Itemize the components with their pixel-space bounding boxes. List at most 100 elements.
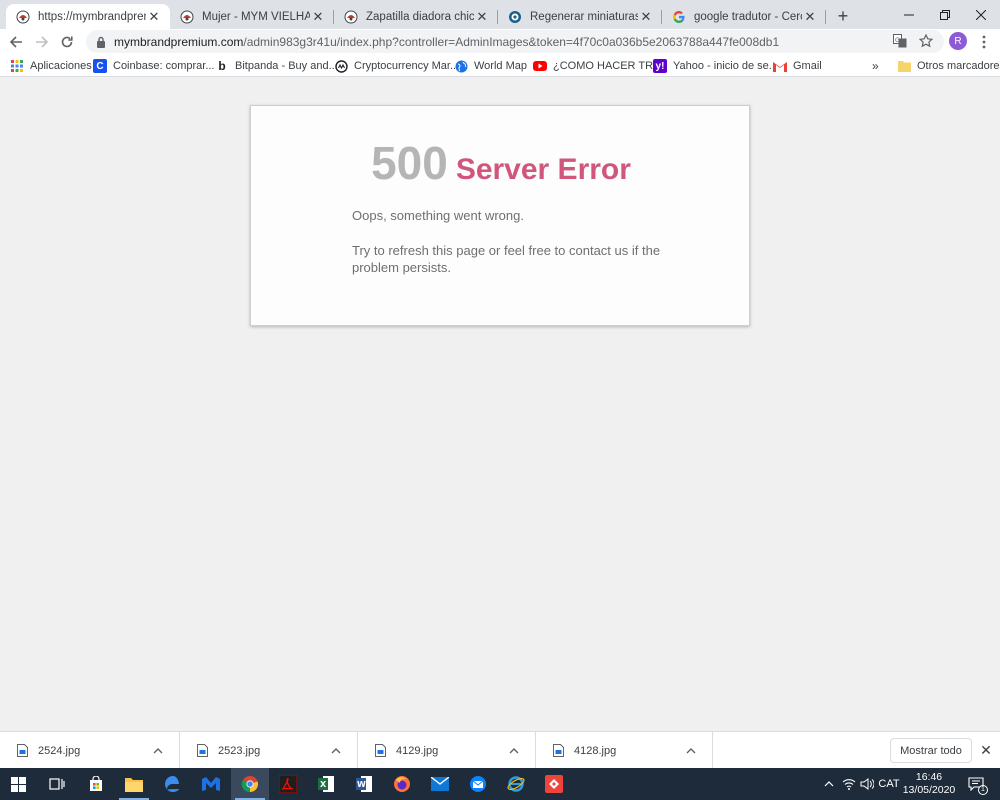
store-icon[interactable] bbox=[77, 768, 115, 800]
bookmark-apps[interactable]: Aplicaciones bbox=[10, 58, 92, 74]
bookmark-world-map[interactable]: World Map bbox=[454, 58, 527, 74]
reload-button[interactable] bbox=[56, 31, 78, 53]
bookmark-yahoo[interactable]: y! Yahoo - inicio de se... bbox=[653, 58, 778, 74]
bookmark-label: Yahoo - inicio de se... bbox=[673, 60, 778, 72]
translate-icon[interactable]: G bbox=[892, 33, 908, 49]
lock-icon[interactable] bbox=[94, 35, 108, 49]
image-file-icon bbox=[552, 744, 564, 758]
bookmark-label: Cryptocurrency Mar... bbox=[354, 60, 460, 72]
bookmarks-bar: Aplicaciones C Coinbase: comprar... b Bi… bbox=[0, 55, 1000, 77]
notification-count-badge: 1 bbox=[978, 785, 988, 795]
coinbase-icon: C bbox=[93, 59, 107, 73]
url-host: mymbrandpremium.com bbox=[114, 34, 244, 49]
gmail-icon bbox=[773, 59, 787, 73]
bookmark-youtube[interactable]: ¿COMO HACER TR... bbox=[533, 58, 662, 74]
bookmark-coinmarketcap[interactable]: Cryptocurrency Mar... bbox=[334, 58, 459, 74]
word-icon[interactable]: W bbox=[345, 768, 383, 800]
start-button[interactable] bbox=[0, 768, 36, 800]
new-tab-button[interactable]: + bbox=[832, 5, 854, 27]
error-help-text: Try to refresh this page or feel free to… bbox=[352, 243, 661, 275]
image-file-icon bbox=[16, 744, 28, 758]
clock-date: 13/05/2020 bbox=[902, 784, 956, 796]
forward-button[interactable] bbox=[31, 31, 53, 53]
tab-title: Zapatilla diadora chica - M bbox=[366, 10, 474, 23]
volume-icon[interactable] bbox=[858, 768, 876, 800]
malwarebytes-icon[interactable] bbox=[192, 768, 230, 800]
close-tab-icon[interactable]: ✕ bbox=[146, 9, 162, 25]
back-button[interactable] bbox=[5, 31, 27, 53]
tab-title: google tradutor - Cerca am bbox=[694, 10, 802, 23]
bookmarks-overflow-button[interactable]: » bbox=[872, 58, 879, 74]
bookmark-star-icon[interactable] bbox=[918, 33, 934, 49]
chevron-up-icon[interactable] bbox=[507, 744, 521, 758]
chevron-up-icon[interactable] bbox=[151, 744, 165, 758]
menu-icon[interactable] bbox=[976, 32, 992, 52]
globe-icon bbox=[454, 59, 468, 73]
tab-google-tradutor[interactable]: google tradutor - Cerca am ✕ bbox=[662, 4, 826, 29]
error-message: Oops, something went wrong. bbox=[352, 208, 524, 223]
bookmark-label: Bitpanda - Buy and... bbox=[235, 60, 338, 72]
action-center-button[interactable]: 1 bbox=[964, 768, 988, 800]
download-shelf: 2524.jpg 2523.jpg 4129.jpg 4128.jpg Most… bbox=[0, 731, 1000, 769]
address-bar[interactable]: mymbrandpremium.com/admin983g3r41u/index… bbox=[86, 30, 944, 53]
download-item[interactable]: 4128.jpg bbox=[536, 732, 713, 769]
close-tab-icon[interactable]: ✕ bbox=[310, 9, 326, 25]
file-explorer-icon[interactable] bbox=[115, 768, 153, 800]
error-code: 500 bbox=[371, 137, 448, 189]
tab-regenerar[interactable]: Regenerar miniaturas de la ✕ bbox=[498, 4, 662, 29]
svg-text:X: X bbox=[320, 780, 327, 789]
bookmark-bitpanda[interactable]: b Bitpanda - Buy and... bbox=[215, 58, 338, 74]
svg-text:W: W bbox=[357, 780, 366, 789]
show-all-downloads-button[interactable]: Mostrar todo bbox=[890, 738, 972, 763]
url-text[interactable]: mymbrandpremium.com/admin983g3r41u/index… bbox=[114, 35, 779, 49]
windows-taskbar: X W CAT 16:46 13/05/2020 1 bbox=[0, 768, 1000, 800]
chevron-up-icon[interactable] bbox=[684, 744, 698, 758]
error-title: Server Error bbox=[455, 153, 631, 186]
bitpanda-icon: b bbox=[218, 59, 226, 73]
tab-mymbrandpremium[interactable]: https://mymbrandpremium ✕ bbox=[6, 4, 170, 29]
tab-mujer[interactable]: Mujer - MYM VIELHA SCP ✕ bbox=[170, 4, 334, 29]
bookmark-label: ¿COMO HACER TR... bbox=[553, 60, 663, 72]
error-heading: 500 Server Error bbox=[251, 136, 751, 190]
other-bookmarks[interactable]: Otros marcadores bbox=[897, 58, 1000, 74]
taskbar-clock[interactable]: 16:46 13/05/2020 bbox=[900, 771, 958, 797]
google-icon bbox=[672, 10, 686, 24]
notification-icon: 1 bbox=[968, 777, 988, 795]
bookmark-gmail[interactable]: Gmail bbox=[773, 58, 822, 74]
clock-time: 16:46 bbox=[915, 771, 943, 783]
input-language-indicator[interactable]: CAT bbox=[876, 768, 902, 800]
anydesk-icon[interactable] bbox=[535, 768, 573, 800]
tab-title: https://mymbrandpremium bbox=[38, 10, 146, 23]
show-hidden-icons-button[interactable] bbox=[820, 768, 838, 800]
yahoo-icon: y! bbox=[653, 59, 667, 73]
close-tab-icon[interactable]: ✕ bbox=[802, 9, 818, 25]
bookmark-label: Coinbase: comprar... bbox=[113, 60, 215, 72]
download-item[interactable]: 2524.jpg bbox=[0, 732, 180, 769]
acrobat-icon[interactable] bbox=[269, 768, 307, 800]
tab-zapatilla[interactable]: Zapatilla diadora chica - M ✕ bbox=[334, 4, 498, 29]
download-item[interactable]: 4129.jpg bbox=[358, 732, 536, 769]
excel-icon[interactable]: X bbox=[307, 768, 345, 800]
apps-grid-icon bbox=[10, 59, 24, 73]
thunderbird-icon[interactable] bbox=[459, 768, 497, 800]
wifi-icon[interactable] bbox=[840, 768, 858, 800]
tab-title: Mujer - MYM VIELHA SCP bbox=[202, 10, 310, 23]
task-view-icon[interactable] bbox=[38, 768, 76, 800]
chrome-icon[interactable] bbox=[231, 768, 269, 800]
svg-text:G: G bbox=[895, 37, 900, 44]
mail-icon[interactable] bbox=[421, 768, 459, 800]
close-download-shelf-icon[interactable]: ✕ bbox=[978, 742, 994, 758]
bookmark-label: Aplicaciones bbox=[30, 60, 92, 72]
close-tab-icon[interactable]: ✕ bbox=[474, 9, 490, 25]
bookmark-coinbase[interactable]: C Coinbase: comprar... bbox=[93, 58, 215, 74]
internet-explorer-icon[interactable] bbox=[497, 768, 535, 800]
site-favicon-icon bbox=[16, 10, 30, 24]
firefox-icon[interactable] bbox=[383, 768, 421, 800]
profile-avatar[interactable]: R bbox=[949, 32, 967, 50]
coinmarketcap-icon bbox=[334, 59, 348, 73]
close-tab-icon[interactable]: ✕ bbox=[638, 9, 654, 25]
download-item[interactable]: 2523.jpg bbox=[180, 732, 358, 769]
chevron-up-icon[interactable] bbox=[329, 744, 343, 758]
close-window-button[interactable] bbox=[958, 0, 1000, 29]
edge-legacy-icon[interactable] bbox=[154, 768, 192, 800]
